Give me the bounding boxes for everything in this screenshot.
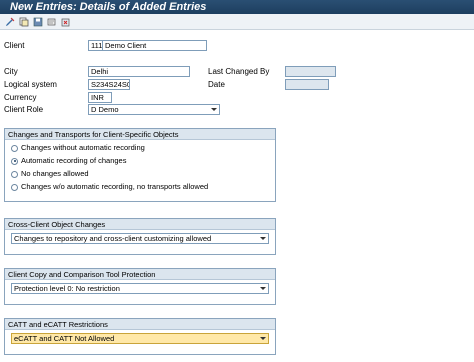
changes-transports-group: Changes and Transports for Client-Specif… [4,128,276,202]
catt-value: eCATT and CATT Not Allowed [14,334,115,343]
catt-title: CATT and eCATT Restrictions [5,319,275,330]
client-role-select[interactable]: D Demo [88,104,220,115]
radio-option[interactable]: Changes without automatic recording [11,143,145,153]
radio-button[interactable] [11,183,18,191]
last-changed-label: Last Changed By [208,67,270,76]
client-role-label: Client Role [4,105,44,114]
client-label: Client [4,41,25,50]
last-changed-field [285,66,336,77]
cross-client-title: Cross-Client Object Changes [5,219,275,230]
radio-button[interactable] [11,170,18,178]
window-title: New Entries: Details of Added Entries [0,0,474,14]
chevron-down-icon [260,237,266,240]
client-code-field[interactable]: 111 [88,40,102,51]
delete-icon[interactable] [61,17,71,27]
radio-option[interactable]: No changes allowed [11,169,89,179]
logical-system-label: Logical system [4,80,57,89]
cross-client-group: Cross-Client Object Changes Changes to r… [4,218,276,255]
client-name-field[interactable]: Demo Client [102,40,207,51]
cross-client-select[interactable]: Changes to repository and cross-client c… [11,233,269,244]
radio-button-selected[interactable] [11,157,18,165]
application-toolbar [0,14,474,30]
display-change-icon[interactable] [5,17,15,27]
chevron-down-icon [260,287,266,290]
radio-label: Automatic recording of changes [21,156,127,165]
save-icon[interactable] [33,17,43,27]
catt-select[interactable]: eCATT and CATT Not Allowed [11,333,269,344]
undo-icon[interactable] [47,17,57,27]
copy-compare-title: Client Copy and Comparison Tool Protecti… [5,269,275,280]
copy-compare-select[interactable]: Protection level 0: No restriction [11,283,269,294]
date-field [285,79,329,90]
changes-transports-title: Changes and Transports for Client-Specif… [5,129,275,140]
catt-group: CATT and eCATT Restrictions eCATT and CA… [4,318,276,355]
radio-option[interactable]: Automatic recording of changes [11,156,126,166]
radio-label: Changes without automatic recording [21,143,145,152]
currency-field[interactable]: INR [88,92,112,103]
chevron-down-icon [260,337,266,340]
radio-option[interactable]: Changes w/o automatic recording, no tran… [11,182,208,192]
cross-client-value: Changes to repository and cross-client c… [14,234,212,243]
radio-label: Changes w/o automatic recording, no tran… [21,182,209,191]
currency-label: Currency [4,93,37,102]
client-role-value: D Demo [91,105,119,114]
logical-system-field[interactable]: S234S24S03 [88,79,130,90]
date-label: Date [208,80,225,89]
copy-compare-group: Client Copy and Comparison Tool Protecti… [4,268,276,305]
copy-entries-icon[interactable] [19,17,29,27]
city-label: City [4,67,18,76]
copy-compare-value: Protection level 0: No restriction [14,284,120,293]
chevron-down-icon [211,108,217,111]
radio-label: No changes allowed [21,169,89,178]
radio-button[interactable] [11,144,18,152]
city-field[interactable]: Delhi [88,66,190,77]
